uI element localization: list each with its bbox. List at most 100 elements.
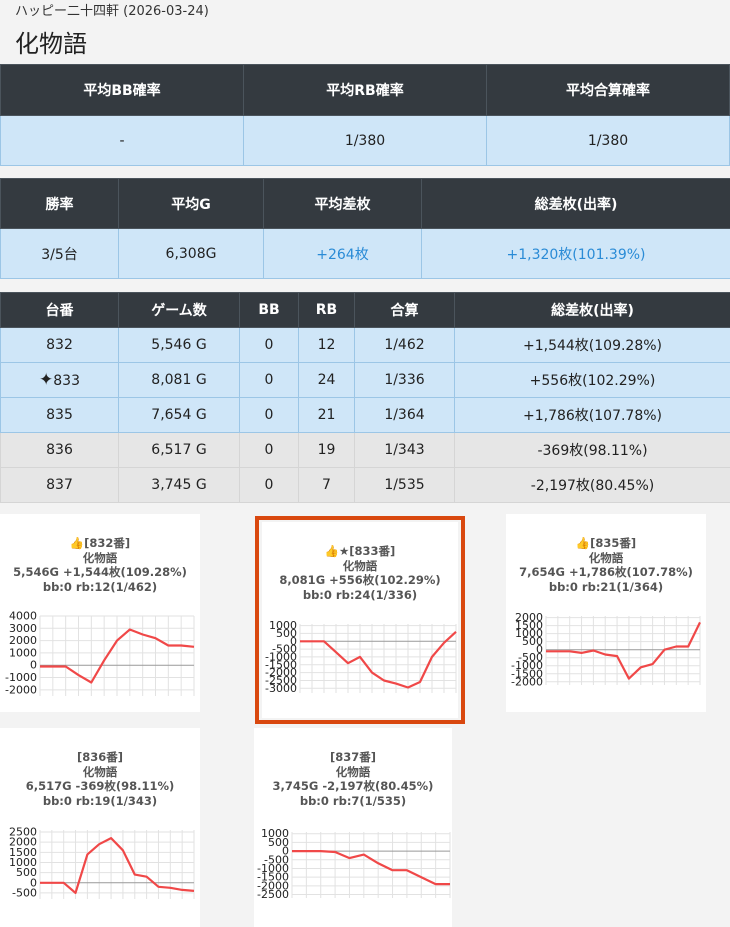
table-row[interactable]: ✦833 8,081 G 0 24 1/336 +556枚(102.29%) [0,362,730,398]
header-rb: RB [298,292,355,328]
line-chart-836: 25002000150010005000-500 [9,826,195,899]
chart-machine-name: 化物語 [335,764,371,779]
header-machine-no: 台番 [0,292,119,328]
selected-chart-highlight [255,516,465,724]
header-total-diff: 総差枚(出率) [421,178,730,229]
y-tick-label: 2000 [9,634,37,647]
chart-machine-name: 化物語 [82,764,118,779]
games: 7,654 G [118,397,240,433]
bb-count: 0 [239,432,299,468]
line-chart-837: 10005000-500-1000-1500-2000-2500 [257,827,451,901]
machine-no: 837 [0,467,119,503]
chart-stats: 7,654G +1,786枚(107.78%) [519,565,693,579]
rb-count: 21 [298,397,355,433]
page-title: 化物語 [15,30,87,58]
y-tick-label: 4000 [9,610,37,623]
table-row[interactable]: 837 3,745 G 0 7 1/535 -2,197枚(80.45%) [0,467,730,503]
header-diff: 総差枚(出率) [454,292,730,328]
line-chart-832: 40003000200010000-1000-2000 [5,610,195,696]
y-tick-label: 3000 [9,622,37,635]
total-prob: 1/462 [354,327,455,363]
total-prob: 1/364 [354,397,455,433]
store-date: ハッピー二十四軒 (2026-03-24) [15,4,209,19]
header-avg-games: 平均G [118,178,264,229]
diff: +1,544枚(109.28%) [454,327,730,363]
series-line [546,621,701,680]
y-tick-label: -2000 [5,683,37,696]
value-avg-total: 1/380 [486,115,730,166]
summary-result-table: 勝率 平均G 平均差枚 総差枚(出率) 3/5台 6,308G +264枚 +1… [0,178,730,279]
games: 5,546 G [118,327,240,363]
y-tick-label: 1000 [9,646,37,659]
chart-card-836[interactable]: [836番] 化物語 6,517G -369枚(98.11%) bb:0 rb:… [0,728,200,927]
chart-stats: 5,546G +1,544枚(109.28%) [13,565,187,579]
diff: +1,786枚(107.78%) [454,397,730,433]
chart-heading: 👍[832番] [69,536,131,550]
chart-heading: [837番] [329,750,377,764]
chart-probs: bb:0 rb:7(1/535) [299,793,407,808]
chart-probs: bb:0 rb:21(1/364) [548,579,664,594]
chart-card-832[interactable]: 👍[832番] 化物語 5,546G +1,544枚(109.28%) bb:0… [0,514,200,712]
table-row[interactable]: 836 6,517 G 0 19 1/343 -369枚(98.11%) [0,432,730,468]
value-avg-rb: 1/380 [243,115,487,166]
value-avg-games: 6,308G [118,228,264,279]
chart-machine-name: 化物語 [82,550,118,565]
header-avg-rb: 平均RB確率 [243,64,487,116]
games: 6,517 G [118,432,240,468]
total-prob: 1/343 [354,432,455,468]
chart-machine-name: 化物語 [588,550,624,565]
header-win-rate: 勝率 [0,178,119,229]
header-avg-total: 平均合算確率 [486,64,730,116]
y-tick-label: -2000 [511,675,543,688]
y-tick-label: 0 [30,659,37,672]
machine-no: 832 [0,327,119,363]
table-row[interactable]: 835 7,654 G 0 21 1/364 +1,786枚(107.78%) [0,397,730,433]
line-chart-835: 2000150010005000-500-1000-1500-2000 [511,611,701,688]
machine-no: 836 [0,432,119,468]
series-line [292,850,450,886]
total-prob: 1/336 [354,362,455,398]
y-tick-label: -2500 [257,888,289,901]
header-avg-bb: 平均BB確率 [0,64,244,116]
rb-count: 7 [298,467,355,503]
machine-no-cell: ✦833 [0,362,119,398]
header-total: 合算 [354,292,455,328]
header-avg-diff: 平均差枚 [263,178,422,229]
value-win-rate: 3/5台 [0,228,119,279]
chart-card-835[interactable]: 👍[835番] 化物語 7,654G +1,786枚(107.78%) bb:0… [506,514,706,712]
chart-stats: 6,517G -369枚(98.11%) [25,779,175,793]
games: 3,745 G [118,467,240,503]
header-bb: BB [239,292,299,328]
diff: -369枚(98.11%) [454,432,730,468]
rb-count: 12 [298,327,355,363]
chart-probs: bb:0 rb:19(1/343) [42,793,158,808]
chart-stats: 3,745G -2,197枚(80.45%) [272,779,434,793]
rb-count: 19 [298,432,355,468]
value-avg-diff: +264枚 [263,228,422,279]
total-prob: 1/535 [354,467,455,503]
diff: -2,197枚(80.45%) [454,467,730,503]
series-line [40,837,195,895]
machine-no: 835 [0,397,119,433]
diff: +556枚(102.29%) [454,362,730,398]
value-avg-bb: - [0,115,244,166]
summary-probability-table: 平均BB確率 平均RB確率 平均合算確率 - 1/380 1/380 [0,64,730,166]
rb-count: 24 [298,362,355,398]
y-tick-label: -1000 [5,671,37,684]
games: 8,081 G [118,362,240,398]
bb-count: 0 [239,327,299,363]
y-tick-label: -500 [12,886,37,899]
header-games: ゲーム数 [118,292,240,328]
table-row[interactable]: 832 5,546 G 0 12 1/462 +1,544枚(109.28%) [0,327,730,363]
bb-count: 0 [239,467,299,503]
chart-probs: bb:0 rb:12(1/462) [42,579,158,594]
sparkles-icon: ✦ [39,370,54,390]
machine-table: 台番 ゲーム数 BB RB 合算 総差枚(出率) 832 5,546 G 0 1… [0,292,730,503]
chart-heading: 👍[835番] [575,536,637,550]
bb-count: 0 [239,397,299,433]
bb-count: 0 [239,362,299,398]
machine-no: 833 [53,373,80,389]
value-total-diff: +1,320枚(101.39%) [421,228,730,279]
chart-card-837[interactable]: [837番] 化物語 3,745G -2,197枚(80.45%) bb:0 r… [254,728,452,927]
chart-heading: [836番] [76,750,124,764]
